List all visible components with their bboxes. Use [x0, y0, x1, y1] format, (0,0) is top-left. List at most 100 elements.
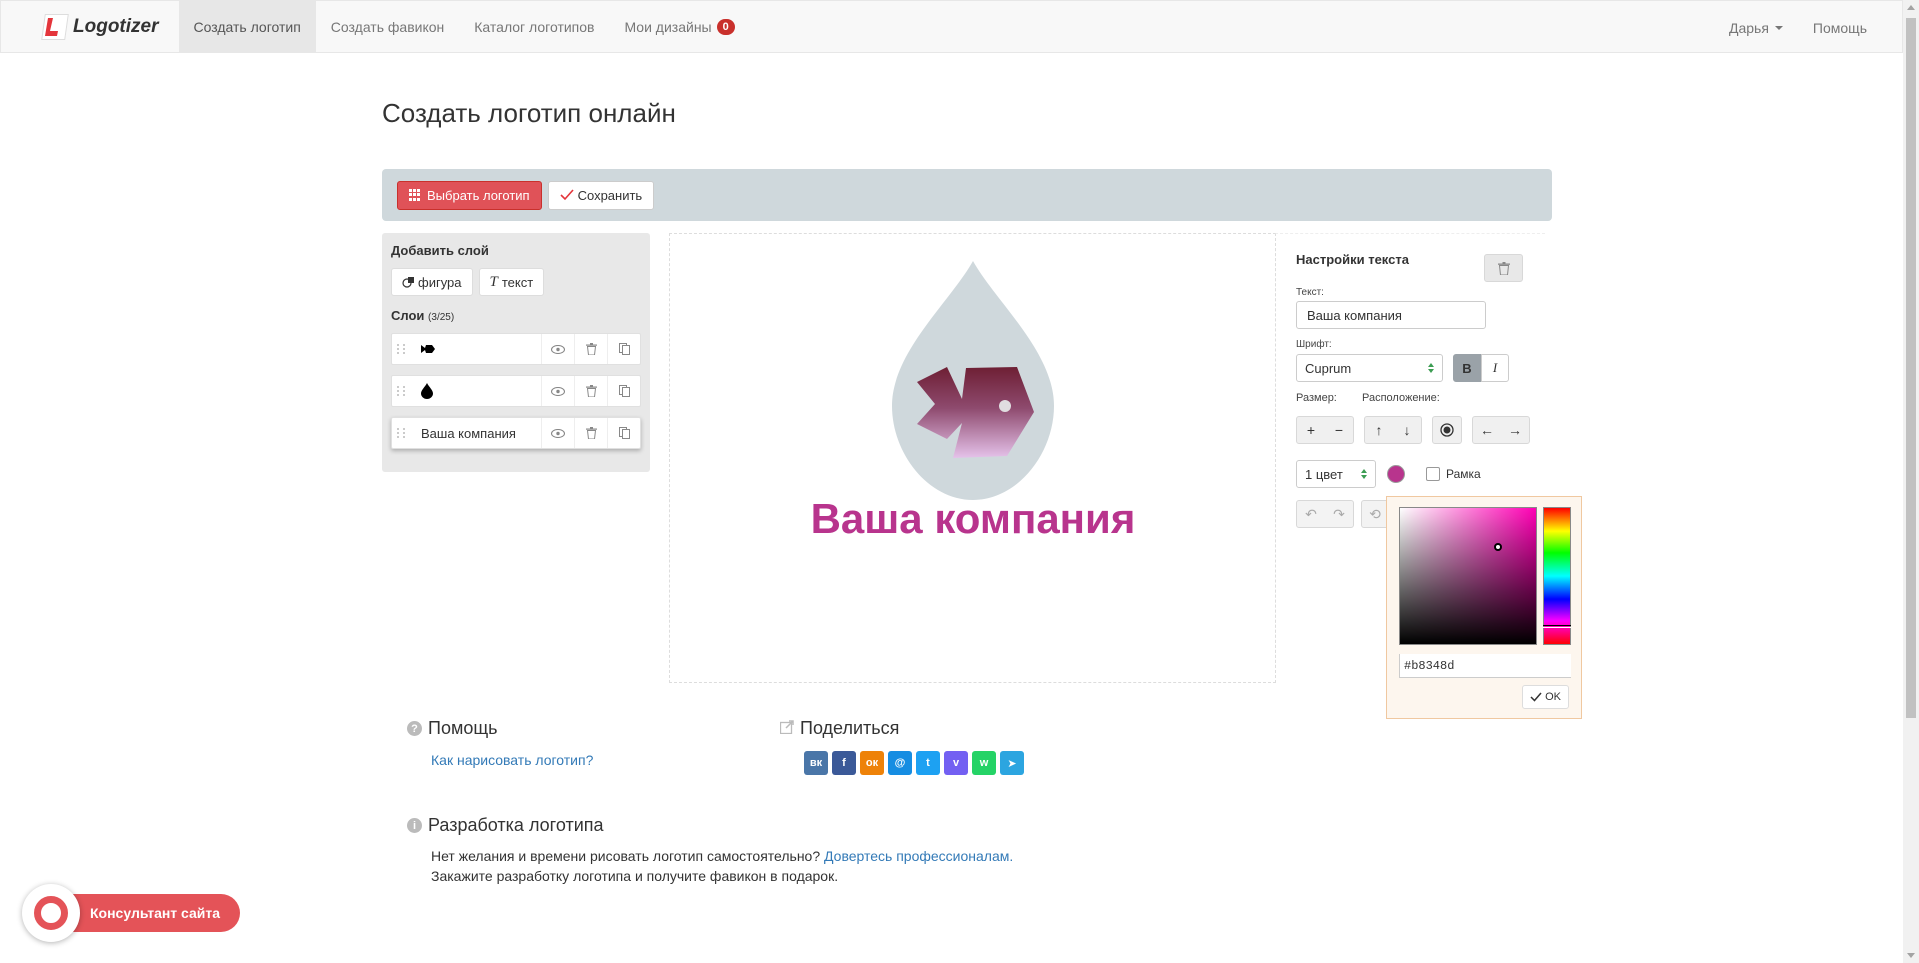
picker-ok-button[interactable]: OK [1522, 685, 1569, 709]
drag-handle-icon[interactable] [397, 423, 411, 443]
fish-icon [421, 345, 435, 353]
add-shape-button[interactable]: фигура [391, 268, 473, 296]
choose-logo-label: Выбрать логотип [427, 187, 530, 203]
scroll-thumb[interactable] [1906, 18, 1916, 718]
save-label: Сохранить [577, 187, 643, 203]
dev-section-title: Разработка логотипа [428, 815, 604, 835]
share-section: Поделиться вк f ок @ t v w ➤ [779, 718, 1024, 775]
size-controls: + − [1296, 416, 1354, 444]
help-section: ? Помощь Как нарисовать логотип? [407, 718, 593, 768]
drag-handle-icon[interactable] [397, 381, 411, 401]
consultant-widget[interactable]: Консультант сайта [22, 884, 241, 942]
drag-handle-icon[interactable] [397, 339, 411, 359]
color-selector-handle[interactable] [1494, 543, 1502, 551]
text-label: Текст: [1296, 287, 1324, 298]
position-label: Расположение: [1362, 392, 1440, 404]
layer-item-drop[interactable] [391, 375, 641, 407]
layer-item-text[interactable]: Ваша компания [391, 417, 641, 449]
delete-trash-icon[interactable] [574, 376, 607, 406]
text-value-input[interactable] [1296, 301, 1486, 329]
frame-checkbox[interactable] [1426, 467, 1440, 481]
layer-item-fish[interactable] [391, 333, 641, 365]
add-text-button[interactable]: T текст [478, 268, 545, 296]
saturation-value-area[interactable] [1399, 507, 1537, 645]
shapes-icon [402, 277, 414, 288]
logo-canvas[interactable]: Ваша компания [669, 233, 1276, 683]
odnoklassniki-share-icon[interactable]: ок [860, 751, 884, 775]
share-icon [779, 718, 795, 739]
hue-slider[interactable] [1543, 507, 1571, 645]
grid-icon [409, 188, 422, 202]
layer-preview [417, 344, 537, 354]
info-circle-icon: i [407, 818, 422, 833]
delete-trash-icon[interactable] [574, 334, 607, 364]
plus-icon[interactable]: + [1297, 417, 1325, 443]
trust-professionals-link[interactable]: Довертесь профессионалам. [824, 848, 1013, 864]
hex-color-input[interactable] [1399, 654, 1571, 678]
nav-my-designs[interactable]: Мои дизайны 0 [609, 0, 749, 53]
nav-create-favicon[interactable]: Создать фавикон [316, 0, 459, 53]
page-scrollbar[interactable] [1903, 0, 1919, 963]
add-shape-label: фигура [418, 274, 462, 290]
brand-logo[interactable]: Logotizer [41, 0, 159, 53]
arrow-right-icon[interactable]: → [1501, 417, 1529, 443]
consultant-icon[interactable] [22, 884, 80, 942]
undo-redo-controls: ↶ ↷ [1296, 500, 1354, 528]
arrow-left-icon[interactable]: ← [1473, 417, 1501, 443]
drop-icon [421, 383, 433, 399]
nav-help[interactable]: Помощь [1798, 1, 1882, 54]
select-arrows-icon [1361, 469, 1367, 479]
dev-text-line1: Нет желания и времени рисовать логотип с… [431, 848, 821, 864]
duplicate-copy-icon[interactable] [607, 418, 640, 448]
color-mode-select[interactable]: 1 цвет [1296, 460, 1376, 488]
italic-toggle[interactable]: I [1481, 354, 1509, 382]
save-button[interactable]: Сохранить [547, 180, 655, 210]
user-name: Дарья [1728, 19, 1769, 36]
whatsapp-share-icon[interactable]: w [972, 751, 996, 775]
question-circle-icon: ? [407, 721, 422, 736]
arrow-up-icon[interactable]: ↑ [1365, 417, 1393, 443]
delete-trash-icon[interactable] [574, 418, 607, 448]
undo-icon[interactable]: ↶ [1297, 501, 1325, 527]
editor-toolbar: Выбрать логотип Сохранить [382, 169, 1552, 221]
select-arrows-icon [1428, 363, 1434, 373]
ok-label: OK [1545, 691, 1561, 703]
reset-icon[interactable]: ⟲ [1362, 501, 1388, 527]
hue-slider-handle[interactable] [1543, 625, 1571, 628]
visibility-eye-icon[interactable] [541, 418, 574, 448]
how-to-draw-logo-link[interactable]: Как нарисовать логотип? [431, 752, 593, 768]
vk-share-icon[interactable]: вк [804, 751, 828, 775]
twitter-share-icon[interactable]: t [916, 751, 940, 775]
minus-icon[interactable]: − [1325, 417, 1353, 443]
checkmark-icon [1530, 692, 1542, 702]
font-select[interactable]: Cuprum [1296, 354, 1443, 382]
delete-layer-button[interactable] [1484, 254, 1523, 282]
visibility-eye-icon[interactable] [541, 334, 574, 364]
visibility-eye-icon[interactable] [541, 376, 574, 406]
scroll-down-arrow-icon[interactable] [1907, 953, 1915, 958]
viber-share-icon[interactable]: v [944, 751, 968, 775]
scroll-up-arrow-icon[interactable] [1907, 5, 1915, 10]
moimir-share-icon[interactable]: @ [888, 751, 912, 775]
layers-panel: Добавить слой фигура T текст Слои (3/25) [382, 233, 650, 472]
telegram-share-icon[interactable]: ➤ [1000, 751, 1024, 775]
choose-logo-button[interactable]: Выбрать логотип [397, 180, 542, 210]
user-menu[interactable]: Дарья [1714, 1, 1798, 54]
duplicate-copy-icon[interactable] [607, 334, 640, 364]
share-section-title: Поделиться [800, 718, 900, 738]
text-t-icon: T [489, 273, 498, 290]
color-swatch[interactable] [1387, 465, 1405, 483]
company-name-text[interactable]: Ваша компания [811, 495, 1136, 542]
vertical-position-controls: ↑ ↓ [1364, 416, 1422, 444]
redo-icon[interactable]: ↷ [1325, 501, 1353, 527]
facebook-share-icon[interactable]: f [832, 751, 856, 775]
font-label: Шрифт: [1296, 339, 1332, 350]
logo-development-section: i Разработка логотипа Нет желания и врем… [407, 815, 1013, 886]
bold-toggle[interactable]: B [1453, 354, 1481, 382]
nav-logo-catalog[interactable]: Каталог логотипов [459, 0, 609, 53]
add-layer-title: Добавить слой [391, 243, 489, 258]
center-target-icon[interactable] [1433, 417, 1461, 443]
nav-create-logo[interactable]: Создать логотип [178, 0, 316, 53]
arrow-down-icon[interactable]: ↓ [1393, 417, 1421, 443]
duplicate-copy-icon[interactable] [607, 376, 640, 406]
